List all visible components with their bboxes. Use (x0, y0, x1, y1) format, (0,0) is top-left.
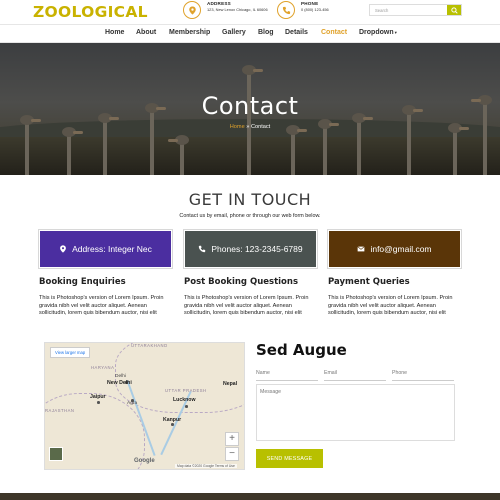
view-larger-map-link[interactable]: View larger map (50, 347, 91, 358)
name-field[interactable]: Name (256, 368, 318, 381)
address-block: ADDRESS 123, New Lenox Chicago, IL 60606 (183, 1, 281, 19)
map-label-kanpur: Kanpur (163, 417, 182, 423)
form-title: Sed Augue (256, 341, 347, 359)
city-marker (185, 405, 188, 408)
map-zoom-in-button[interactable]: + (225, 432, 239, 446)
map-marker-icon (60, 245, 66, 253)
phone-icon (199, 245, 206, 253)
breadcrumb: Home » Contact (0, 124, 500, 130)
map-marker-icon (183, 1, 201, 19)
address-text: 123, New Lenox Chicago, IL 60606 (207, 7, 268, 12)
map-label-lucknow: Lucknow (173, 397, 196, 403)
section-subtitle: Contact us by email, phone or through ou… (179, 213, 321, 219)
nav-blog[interactable]: Blog (258, 29, 274, 36)
hero-banner: Contact Home » Contact (0, 43, 500, 175)
phone-text: 0 (800) 123-456 (301, 7, 329, 12)
search-icon (450, 6, 458, 14)
post-booking-text: This is Photoshop's version of Lorem Ips… (184, 295, 309, 317)
send-message-button[interactable]: SEND MESSAGE (256, 449, 323, 468)
google-logo: Google (134, 458, 155, 464)
main-nav: Home About Membership Gallery Blog Detai… (0, 24, 500, 43)
nav-dropdown[interactable]: Dropdown▾ (359, 29, 397, 36)
payment-queries-text: This is Photoshop's version of Lorem Ips… (328, 295, 453, 317)
address-info-box: Address: Integer Nec (40, 231, 171, 267)
post-booking-title: Post Booking Questions (184, 277, 298, 287)
breadcrumb-separator: » (246, 124, 250, 130)
footer-strip (0, 493, 500, 500)
search-button[interactable] (447, 5, 461, 15)
email-info-label[interactable]: info@gmail.com (370, 244, 431, 254)
section-title: GET IN TOUCH (188, 190, 312, 209)
map-label-haryana: HARYANA (91, 365, 115, 370)
map-label-nepal: Nepal (223, 381, 238, 387)
phone-info-box: Phones: 123-2345-6789 (185, 231, 316, 267)
nav-dropdown-label: Dropdown (359, 29, 394, 36)
nav-home[interactable]: Home (105, 29, 124, 36)
message-field[interactable]: Message (256, 384, 455, 441)
map-label-jaipur: Jaipur (90, 394, 106, 400)
map-label-rajasthan: RAJASTHAN (45, 408, 75, 413)
nav-gallery[interactable]: Gallery (222, 29, 246, 36)
envelope-icon (357, 246, 366, 252)
nav-about[interactable]: About (136, 29, 156, 36)
booking-enquiries-text: This is Photoshop's version of Lorem Ips… (39, 295, 164, 317)
map-attribution[interactable]: Map data ©2020 Google Terms of Use (175, 464, 237, 468)
site-logo[interactable]: ZOOLOGICAL (33, 3, 148, 21)
phone-icon (277, 1, 295, 19)
city-marker (171, 423, 174, 426)
breadcrumb-current: Contact (250, 124, 271, 130)
search-input[interactable] (370, 5, 447, 15)
map-label-uttar-pradesh: UTTAR PRADESH (165, 388, 207, 393)
page-title: Contact (201, 92, 299, 120)
phone-info-label: Phones: 123-2345-6789 (211, 244, 303, 254)
city-marker (97, 401, 100, 404)
chevron-down-icon: ▾ (394, 30, 397, 35)
nav-contact[interactable]: Contact (321, 29, 347, 36)
email-info-box: info@gmail.com (329, 231, 460, 267)
map-zoom-out-button[interactable]: − (225, 447, 239, 461)
address-info-label: Address: Integer Nec (72, 244, 152, 254)
map-label-new-delhi: New Delhi (107, 380, 132, 386)
search-box (369, 4, 462, 16)
map-label-uttarakhand: UTTARAKHAND (131, 343, 168, 348)
nav-membership[interactable]: Membership (169, 29, 210, 36)
top-header: ZOOLOGICAL ADDRESS 123, New Lenox Chicag… (0, 0, 500, 24)
booking-enquiries-title: Booking Enquiries (39, 277, 126, 287)
map-label-agra: Agra (127, 401, 138, 406)
phone-block: PHONE 0 (800) 123-456 (277, 1, 375, 19)
payment-queries-title: Payment Queries (328, 277, 410, 287)
map-label-delhi: Delhi (115, 374, 126, 379)
phone-field[interactable]: Phone (392, 368, 454, 381)
nav-details[interactable]: Details (285, 29, 308, 36)
breadcrumb-home-link[interactable]: Home (230, 124, 245, 130)
email-field[interactable]: Email (324, 368, 386, 381)
google-map[interactable]: View larger map UTTARAKHAND HARYANA New … (44, 342, 245, 470)
map-satellite-toggle[interactable] (49, 447, 63, 461)
